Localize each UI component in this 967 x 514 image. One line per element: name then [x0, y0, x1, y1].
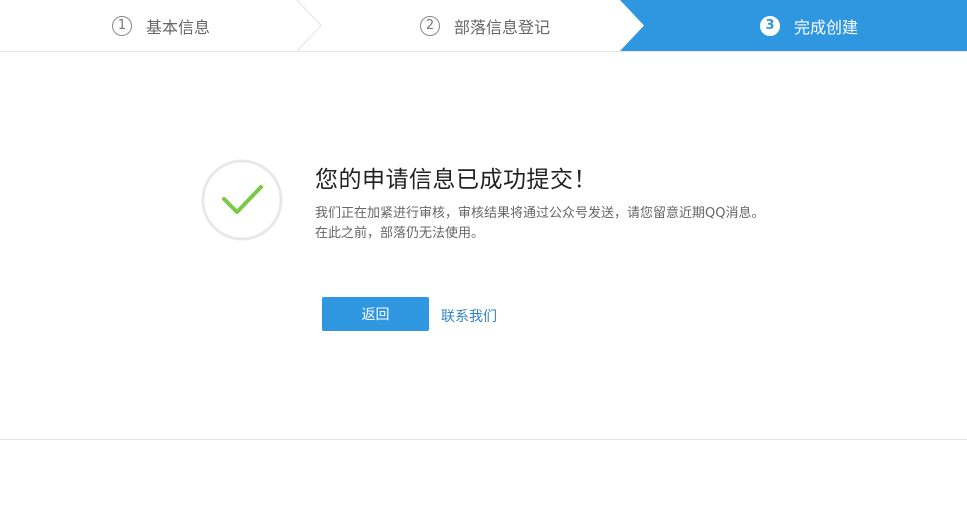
result-panel: 您的申请信息已成功提交！ 我们正在加紧进行审核，审核结果将通过公众号发送，请您留…: [0, 52, 967, 440]
description-line-2: 在此之前，部落仍无法使用。: [315, 226, 485, 241]
contact-us-link[interactable]: 联系我们: [441, 306, 497, 326]
step-number-2: 2: [420, 15, 440, 36]
step-label: 完成创建: [794, 17, 859, 37]
checkmark-circle-icon: [201, 159, 283, 241]
step-tribe-registration[interactable]: 2 部落信息登记: [420, 0, 550, 51]
step-label: 基本信息: [146, 17, 211, 37]
description-line-1: 我们正在加紧进行审核，审核结果将通过公众号发送，请您留意近期QQ消息。: [315, 206, 765, 221]
result-title: 您的申请信息已成功提交！: [315, 167, 597, 193]
step-number-3: 3: [760, 15, 780, 36]
result-description: 我们正在加紧进行审核，审核结果将通过公众号发送，请您留意近期QQ消息。 在此之前…: [315, 204, 780, 244]
step-complete-creation[interactable]: 3 完成创建: [760, 0, 858, 51]
step-number-1: 1: [112, 15, 132, 36]
step-separator-icon: [297, 0, 322, 51]
step-progress-bar: 1 基本信息 2 部落信息登记 3 完成创建: [0, 0, 967, 52]
back-button[interactable]: 返回: [322, 297, 429, 331]
step-label: 部落信息登记: [454, 17, 551, 37]
step-basic-info[interactable]: 1 基本信息: [112, 0, 210, 51]
